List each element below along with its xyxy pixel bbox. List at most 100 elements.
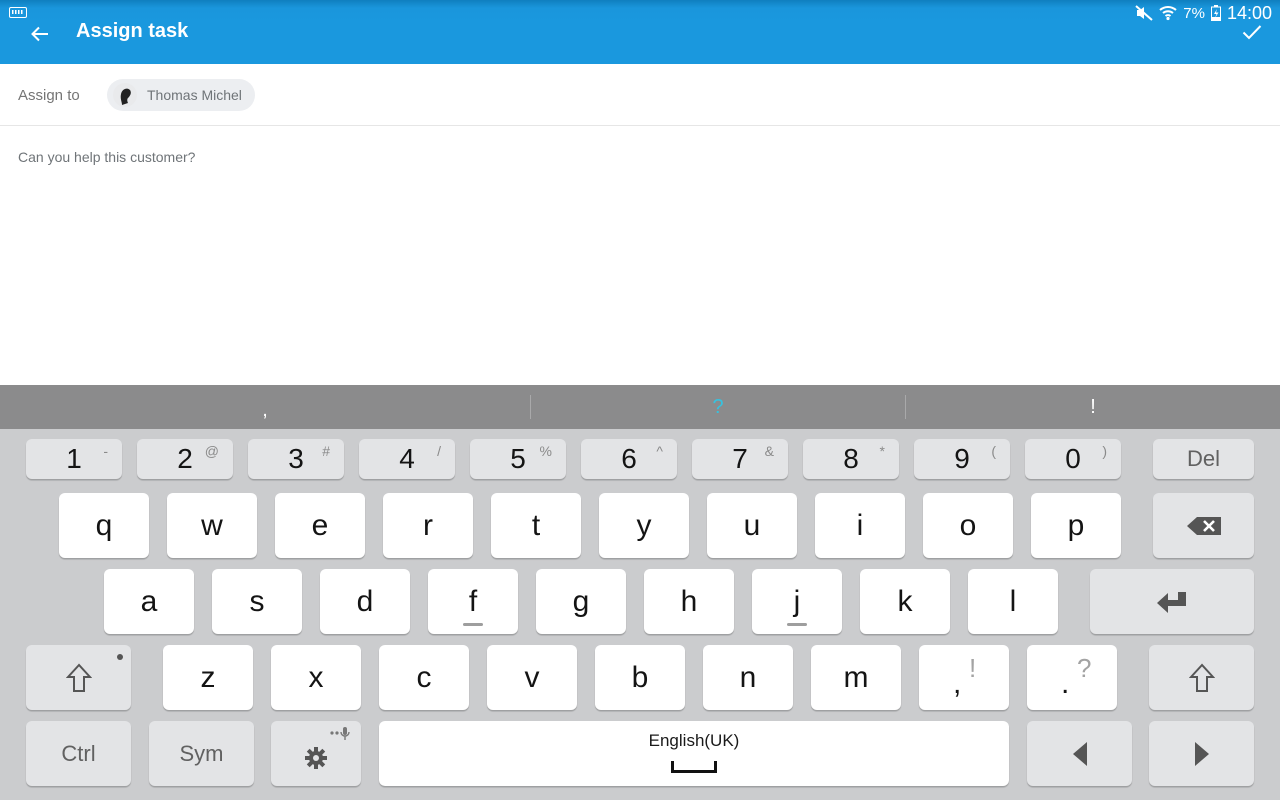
key-y[interactable]: y	[599, 493, 689, 558]
key-p[interactable]: p	[1031, 493, 1121, 558]
key-label: t	[531, 508, 541, 542]
key-label: d	[356, 584, 374, 618]
sym-key[interactable]: Sym	[149, 721, 254, 786]
microphone-icon	[329, 727, 355, 741]
key-label: 0	[1065, 443, 1081, 474]
key-alt-label: *	[879, 443, 885, 459]
key-label: 4	[399, 443, 415, 474]
key-6[interactable]: 6 ^	[581, 439, 677, 479]
key-k[interactable]: k	[860, 569, 950, 634]
ctrl-key[interactable]: Ctrl	[26, 721, 131, 786]
on-screen-keyboard: , ? ! 1-2 @3 #4/5% 6 ^ 7 & 8 * 9(0) Del q w e r t y u i o p a…	[0, 385, 1280, 800]
key-9[interactable]: 9(	[914, 439, 1010, 479]
key-i[interactable]: i	[815, 493, 905, 558]
key-r[interactable]: r	[383, 493, 473, 558]
key-a[interactable]: a	[104, 569, 194, 634]
key-m[interactable]: m	[811, 645, 901, 710]
key-v[interactable]: v	[487, 645, 577, 710]
key-4[interactable]: 4/	[359, 439, 455, 479]
shift-key-right[interactable]	[1149, 645, 1254, 710]
key-e[interactable]: e	[275, 493, 365, 558]
key-label: 1	[66, 443, 82, 474]
settings-key[interactable]	[271, 721, 361, 786]
key-u[interactable]: u	[707, 493, 797, 558]
key-label: Del	[1186, 446, 1220, 471]
key-0[interactable]: 0)	[1025, 439, 1121, 479]
key-o[interactable]: o	[923, 493, 1013, 558]
key-label: l	[1009, 584, 1017, 618]
key-d[interactable]: d	[320, 569, 410, 634]
key-label: j	[793, 584, 801, 618]
key-alt-label: ?	[1077, 653, 1092, 683]
cursor-left-key[interactable]	[1027, 721, 1132, 786]
key-label: v	[524, 660, 540, 694]
key-5[interactable]: 5%	[470, 439, 566, 479]
key-w[interactable]: w	[167, 493, 257, 558]
key-label: p	[1067, 508, 1085, 542]
key-n[interactable]: n	[703, 645, 793, 710]
key-l[interactable]: l	[968, 569, 1058, 634]
key-label: n	[739, 660, 757, 694]
key-label: ,	[953, 667, 962, 700]
key-g[interactable]: g	[536, 569, 626, 634]
shift-key-left[interactable]	[26, 645, 131, 710]
shift-icon	[1188, 663, 1215, 693]
suggestion-item[interactable]: ?	[531, 385, 905, 429]
arrow-left-icon	[31, 26, 48, 42]
comma-key[interactable]: ,!	[919, 645, 1009, 710]
key-b[interactable]: b	[595, 645, 685, 710]
key-c[interactable]: c	[379, 645, 469, 710]
key-z[interactable]: z	[163, 645, 253, 710]
suggestion-bar: , ? !	[0, 385, 1280, 429]
key-8[interactable]: 8 *	[803, 439, 899, 479]
key-2[interactable]: 2 @	[137, 439, 233, 479]
key-alt-label: )	[1102, 443, 1107, 459]
space-key[interactable]: English(UK)	[379, 721, 1009, 786]
gear-icon	[304, 746, 328, 770]
key-x[interactable]: x	[271, 645, 361, 710]
suggestion-item[interactable]: ,	[0, 385, 530, 429]
key-label: h	[680, 584, 698, 618]
key-label: 6	[621, 443, 637, 474]
screen: 7% 14:00 Assign task Assign to Thomas Mi…	[0, 0, 1280, 800]
avatar-icon	[113, 83, 137, 107]
backspace-key[interactable]	[1153, 493, 1254, 558]
key-1[interactable]: 1-	[26, 439, 122, 479]
key-alt-label: @	[204, 443, 219, 459]
period-key[interactable]: .?	[1027, 645, 1117, 710]
key-7[interactable]: 7 &	[692, 439, 788, 479]
status-bar: 7% 14:00	[0, 0, 1280, 24]
key-label: x	[308, 660, 324, 694]
key-label: 8	[843, 443, 859, 474]
assign-to-row: Assign to Thomas Michel	[0, 64, 1280, 126]
key-label: b	[631, 660, 649, 694]
home-row-marker	[463, 623, 483, 626]
suggestion-item[interactable]: !	[906, 385, 1280, 429]
key-label: e	[311, 508, 329, 542]
assignee-chip[interactable]: Thomas Michel	[107, 79, 255, 111]
key-q[interactable]: q	[59, 493, 149, 558]
cursor-right-key[interactable]	[1149, 721, 1254, 786]
app-bar: 7% 14:00 Assign task	[0, 0, 1280, 64]
key-label: a	[140, 584, 158, 618]
del-key[interactable]: Del	[1153, 439, 1254, 479]
arrow-right-key-icon	[1194, 741, 1210, 767]
key-t[interactable]: t	[491, 493, 581, 558]
confirm-button[interactable]	[1238, 20, 1266, 44]
key-j[interactable]: j	[752, 569, 842, 634]
key-f[interactable]: f	[428, 569, 518, 634]
key-label: r	[423, 508, 433, 542]
key-s[interactable]: s	[212, 569, 302, 634]
key-3[interactable]: 3 #	[248, 439, 344, 479]
wifi-icon	[1159, 4, 1177, 22]
enter-icon	[1156, 590, 1188, 614]
key-label: y	[636, 508, 652, 542]
key-label: q	[95, 508, 113, 542]
back-button[interactable]	[22, 20, 58, 48]
task-message-input[interactable]: Can you help this customer?	[18, 149, 195, 165]
space-language-label: English(UK)	[648, 731, 740, 750]
key-h[interactable]: h	[644, 569, 734, 634]
enter-key[interactable]	[1090, 569, 1254, 634]
key-label: z	[200, 660, 216, 694]
key-alt-label: #	[322, 443, 330, 459]
